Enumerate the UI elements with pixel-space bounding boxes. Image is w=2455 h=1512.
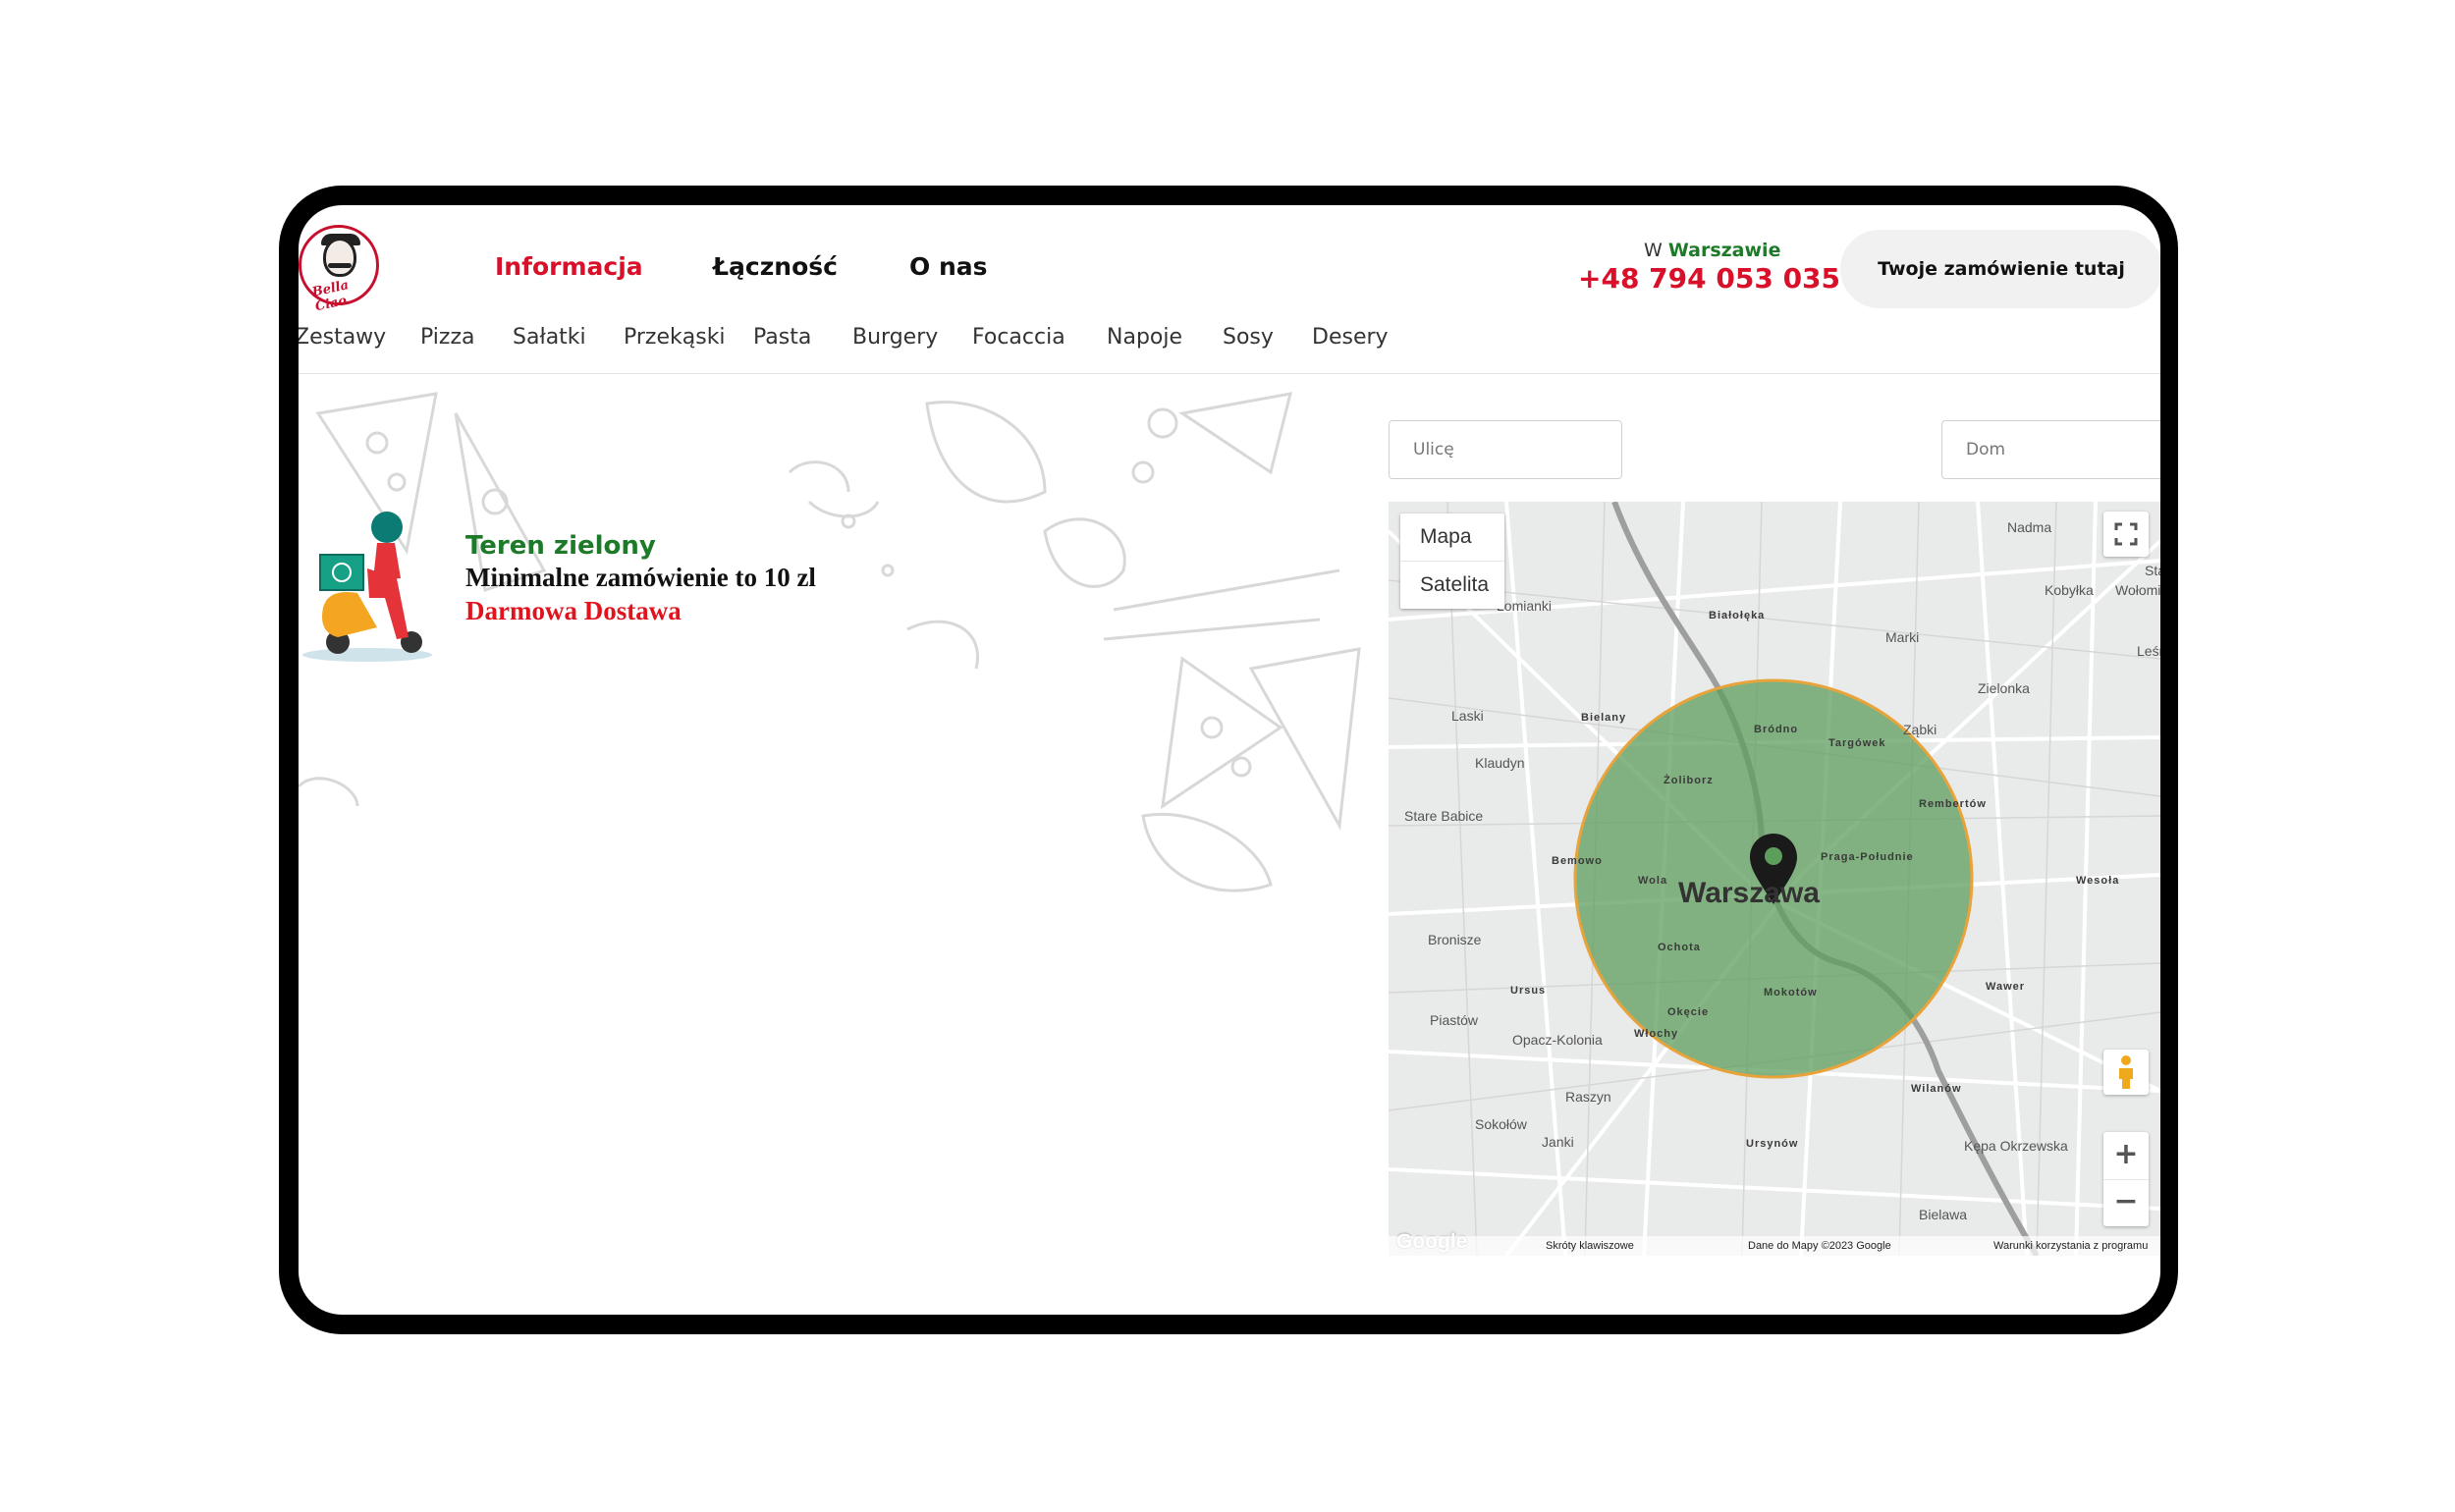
map-place: Nadma xyxy=(2007,519,2052,535)
map-place: Stare xyxy=(2145,563,2160,578)
map-district: Bielany xyxy=(1581,712,1627,724)
map-place: Łomianki xyxy=(1497,598,1553,614)
map-district: Wilanów xyxy=(1911,1083,1962,1095)
zoom-out-button[interactable]: − xyxy=(2103,1179,2149,1226)
category-sosy[interactable]: Sosy xyxy=(1223,325,1274,350)
category-burgery[interactable]: Burgery xyxy=(852,325,938,350)
map-district: Targówek xyxy=(1828,737,1886,749)
nav-informacja[interactable]: Informacja xyxy=(495,252,643,281)
category-przekaski[interactable]: Przekąski xyxy=(624,325,726,350)
category-desery[interactable]: Desery xyxy=(1312,325,1389,350)
map-place: Zielonka xyxy=(1978,680,2030,696)
map-district: Praga-Południe xyxy=(1821,851,1914,863)
map-type-satellite-button[interactable]: Satelita xyxy=(1400,561,1504,609)
keyboard-shortcuts-link[interactable]: Skróty klawiszowe xyxy=(1546,1240,1634,1252)
map-district: Ochota xyxy=(1658,942,1701,953)
map-place: Bronisze xyxy=(1428,932,1482,947)
delivery-map[interactable]: Warszawa Nadma Stare Kobyłka Wołomin Mar… xyxy=(1389,502,2160,1256)
category-salatki[interactable]: Sałatki xyxy=(513,325,586,350)
category-pasta[interactable]: Pasta xyxy=(753,325,811,350)
category-zestawy[interactable]: Zestawy xyxy=(299,325,386,350)
map-place: Stare Babice xyxy=(1404,808,1484,824)
order-button[interactable]: Twoje zamówienie tutaj xyxy=(1840,230,2160,308)
city-name: Warszawie xyxy=(1667,240,1781,261)
map-place: Piastów xyxy=(1430,1012,1479,1028)
map-place: Klaudyn xyxy=(1475,755,1525,771)
map-district: Wola xyxy=(1638,875,1668,887)
logo[interactable]: Bella Ciao xyxy=(299,225,379,314)
logo-text: Bella Ciao xyxy=(310,278,351,315)
map-place: Marki xyxy=(1885,629,1920,645)
map-place: Kobyłka xyxy=(2045,582,2094,598)
map-district: Wawer xyxy=(1986,981,2026,993)
zoom-control: + − xyxy=(2103,1132,2149,1226)
house-number-input[interactable] xyxy=(1941,420,2160,479)
map-district: Białołęka xyxy=(1709,610,1766,621)
map-type-control: Mapa Satelita xyxy=(1400,513,1504,609)
map-district: Okęcie xyxy=(1667,1006,1710,1018)
map-place: Leśn xyxy=(2137,643,2160,659)
terms-link[interactable]: Warunki korzystania z programu xyxy=(1993,1240,2148,1252)
city-line: W Warszawie xyxy=(1644,240,1780,261)
map-type-map-button[interactable]: Mapa xyxy=(1400,513,1504,561)
map-place: Opacz-Kolonia xyxy=(1512,1032,1603,1048)
nav-lacznosc[interactable]: Łączność xyxy=(713,252,838,281)
map-data-credit: Dane do Mapy ©2023 Google xyxy=(1748,1240,1891,1252)
free-delivery-text: Darmowa Dostawa xyxy=(465,596,682,625)
category-focaccia[interactable]: Focaccia xyxy=(972,325,1065,350)
category-pizza[interactable]: Pizza xyxy=(420,325,474,350)
map-place: Wołomin xyxy=(2115,582,2160,598)
fullscreen-button[interactable] xyxy=(2103,512,2149,557)
map-place: Janki xyxy=(1542,1134,1574,1150)
map-district: Bemowo xyxy=(1552,855,1603,867)
logo-mask-icon xyxy=(323,238,356,277)
logo-moustache xyxy=(328,263,352,268)
phone-number[interactable]: +48 794 053 035 xyxy=(1578,262,1840,295)
nav-o-nas[interactable]: O nas xyxy=(909,252,988,281)
street-input[interactable] xyxy=(1389,420,1622,479)
map-attribution: Skróty klawiszowe Dane do Mapy ©2023 Goo… xyxy=(1389,1236,2160,1256)
map-place: Raszyn xyxy=(1565,1089,1611,1105)
map-district: Ursynów xyxy=(1746,1138,1799,1150)
map-district: Żoliborz xyxy=(1664,775,1714,786)
zone-title: Teren zielony xyxy=(465,531,656,561)
min-order-text: Minimalne zamówienie to 10 zl xyxy=(465,563,816,592)
city-prefix: W xyxy=(1644,240,1663,261)
street-view-button[interactable] xyxy=(2103,1050,2149,1095)
map-place: Kępa Okrzewska xyxy=(1964,1138,2068,1154)
fullscreen-icon xyxy=(2114,522,2138,546)
map-place: Ząbki xyxy=(1903,722,1937,737)
map-place: Sokołów xyxy=(1475,1116,1527,1132)
category-napoje[interactable]: Napoje xyxy=(1107,325,1182,350)
map-district: Rembertów xyxy=(1919,798,1987,810)
map-district: Mokotów xyxy=(1764,987,1818,999)
map-district: Wesoła xyxy=(2076,875,2120,887)
map-place: Bielawa xyxy=(1919,1207,1968,1222)
food-doodles-background xyxy=(299,392,1361,892)
map-city-label: Warszawa xyxy=(1678,877,1820,909)
map-district: Ursus xyxy=(1510,985,1547,997)
map-place: Laski xyxy=(1451,708,1484,724)
delivery-scooter-icon xyxy=(302,512,432,662)
browser-screen: Bella Ciao Informacja Łączność O nas W W… xyxy=(299,205,2160,1315)
map-district: Bródno xyxy=(1754,724,1799,735)
zoom-in-button[interactable]: + xyxy=(2103,1132,2149,1180)
map-district: Włochy xyxy=(1634,1028,1679,1040)
pegman-icon xyxy=(2119,1055,2133,1089)
